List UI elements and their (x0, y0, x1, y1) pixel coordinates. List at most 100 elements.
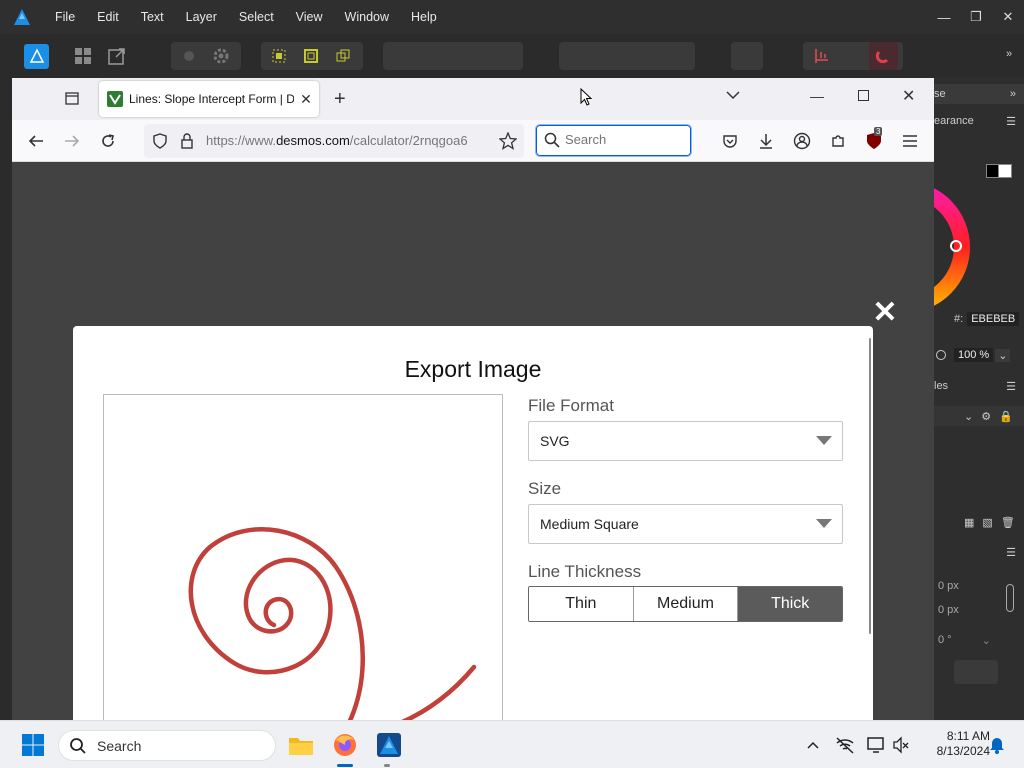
mask-icon[interactable]: ▧ (982, 516, 992, 529)
menu-help[interactable]: Help (403, 10, 451, 24)
toggle-icon[interactable] (837, 42, 866, 70)
export-persona-icon[interactable] (103, 42, 131, 70)
pixel-persona-icon[interactable] (69, 42, 97, 70)
tab-overflow-chevron-icon[interactable] (726, 88, 740, 103)
taskbar-search-label: Search (97, 737, 142, 754)
dialog-scrollbar[interactable] (869, 338, 871, 634)
stroke-swatch[interactable] (998, 164, 1012, 178)
dialog-close-icon[interactable]: ✕ (872, 298, 898, 328)
menu-file[interactable]: File (47, 10, 89, 24)
layer-chevron-icon[interactable]: ⌄ (964, 410, 973, 423)
layers-menu-icon[interactable]: ☰ (1006, 380, 1016, 393)
panel-menu-icon[interactable]: ☰ (1006, 115, 1016, 128)
menu-edit[interactable]: Edit (89, 10, 133, 24)
dialog-title: Export Image (404, 356, 542, 382)
color-wheel[interactable] (934, 182, 974, 312)
layer-settings-icon[interactable]: ⚙ (981, 410, 991, 423)
url-text[interactable]: https://www.desmos.com/calculator/2rnqgo… (206, 133, 491, 148)
file-explorer-icon[interactable] (286, 730, 316, 760)
layers-tab[interactable]: les ☰ (934, 376, 1024, 396)
extensions-icon[interactable] (828, 131, 848, 151)
volume-muted-icon[interactable] (886, 730, 916, 760)
add-layer-icon[interactable]: ▦ (964, 516, 974, 529)
pocket-icon[interactable] (720, 131, 740, 151)
menu-text[interactable]: Text (133, 10, 178, 24)
appearance-tab[interactable]: earance ☰ (934, 110, 1024, 132)
account-icon[interactable] (792, 131, 812, 151)
system-clock[interactable]: 8:11 AM 8/13/2024 (920, 729, 990, 759)
thickness-medium-button[interactable]: Medium (633, 587, 739, 621)
back-icon[interactable] (26, 131, 46, 151)
tool-icon[interactable] (174, 42, 204, 70)
thickness-thin-button[interactable]: Thin (529, 587, 634, 621)
menu-window[interactable]: Window (337, 10, 403, 24)
search-field[interactable] (535, 124, 692, 157)
rotation-value[interactable]: 0 ° (938, 634, 952, 646)
size-select[interactable]: Medium Square (528, 504, 843, 544)
link-icon[interactable] (1006, 584, 1014, 612)
new-tab-icon[interactable]: + (334, 88, 346, 111)
ublock-origin-icon[interactable]: 3 (864, 127, 884, 151)
tab-close-icon[interactable]: ✕ (298, 91, 314, 107)
transform-y-value[interactable]: 0 px (938, 604, 959, 616)
menu-view[interactable]: View (288, 10, 337, 24)
transform-rotation[interactable]: 0 ° ⌄ (934, 632, 1024, 648)
panel-expand-icon[interactable]: » (1010, 88, 1016, 100)
opacity-icon (936, 350, 946, 360)
tab-desmos[interactable]: Lines: Slope Intercept Form | De ✕ (99, 81, 319, 117)
export-preview (103, 394, 503, 729)
layer-row[interactable]: ⌄ ⚙ 🔒 (934, 406, 1024, 426)
taskbar-search[interactable]: Search (58, 730, 276, 761)
transform-anchor-button[interactable] (954, 660, 998, 684)
bookmark-star-icon[interactable] (498, 131, 518, 153)
layer-lock-icon[interactable]: 🔒 (999, 410, 1013, 423)
downloads-icon[interactable] (756, 131, 776, 151)
app-menu-icon[interactable] (900, 131, 920, 151)
addon-badge: 3 (874, 127, 883, 136)
firefox-icon[interactable] (330, 730, 360, 760)
menu-layer[interactable]: Layer (178, 10, 231, 24)
transform-menu-icon[interactable]: ☰ (1006, 546, 1016, 559)
file-format-select[interactable]: SVG (528, 421, 843, 461)
transform-x-value[interactable]: 0 px (938, 580, 959, 592)
snap-bounds-icon[interactable] (296, 42, 326, 70)
opacity-value[interactable]: 100 % (954, 348, 994, 362)
page-content: ✕ Export Image File Format SVG Size Medi… (12, 162, 934, 729)
gear-icon[interactable] (206, 42, 236, 70)
minimize-icon[interactable]: — (928, 0, 960, 34)
reload-icon[interactable] (98, 131, 118, 151)
restore-icon[interactable]: ❐ (960, 0, 992, 34)
network-offline-icon[interactable] (830, 730, 860, 760)
close-icon[interactable]: ✕ (992, 0, 1024, 34)
menu-select[interactable]: Select (231, 10, 288, 24)
windows-start-icon[interactable] (18, 730, 48, 760)
snapping-magnet-icon[interactable] (868, 42, 898, 70)
forward-icon[interactable] (62, 131, 82, 151)
tracking-protection-shield-icon[interactable] (152, 133, 168, 152)
panel-tab[interactable]: se » (934, 84, 1024, 104)
browser-close-icon[interactable]: ✕ (902, 86, 915, 106)
toolbar-overflow-icon[interactable]: » (1006, 48, 1012, 60)
rotation-dropdown-icon[interactable]: ⌄ (982, 634, 991, 647)
browser-minimize-icon[interactable]: — (810, 88, 824, 104)
browser-maximize-icon[interactable] (858, 90, 869, 101)
tab-bar: Lines: Slope Intercept Form | De ✕ + — ✕ (12, 78, 934, 120)
url-bar[interactable]: https://www.desmos.com/calculator/2rnqgo… (144, 124, 524, 158)
list-all-tabs-icon[interactable] (64, 90, 80, 109)
transform-tab[interactable]: ☰ (934, 542, 1024, 562)
trash-icon[interactable]: 🗑 (1001, 516, 1015, 529)
notification-bell-icon[interactable] (982, 730, 1012, 760)
hex-value[interactable]: EBEBEB (967, 312, 1020, 326)
designer-persona-icon[interactable] (24, 43, 49, 69)
search-input[interactable] (565, 132, 683, 147)
affinity-logo-icon[interactable] (11, 6, 33, 28)
snap-objects-icon[interactable] (328, 42, 358, 70)
snap-grid-icon[interactable] (264, 42, 294, 70)
affinity-designer-taskbar-icon[interactable] (374, 730, 404, 760)
taskbar: Search 8:11 AM 8/13/2024 (0, 720, 1024, 768)
align-icon[interactable] (806, 42, 835, 70)
lock-icon[interactable] (180, 133, 194, 152)
show-hidden-icons-chevron-icon[interactable] (798, 730, 828, 760)
thickness-thick-button[interactable]: Thick (738, 587, 842, 621)
opacity-dropdown-icon[interactable]: ⌄ (995, 348, 1011, 362)
